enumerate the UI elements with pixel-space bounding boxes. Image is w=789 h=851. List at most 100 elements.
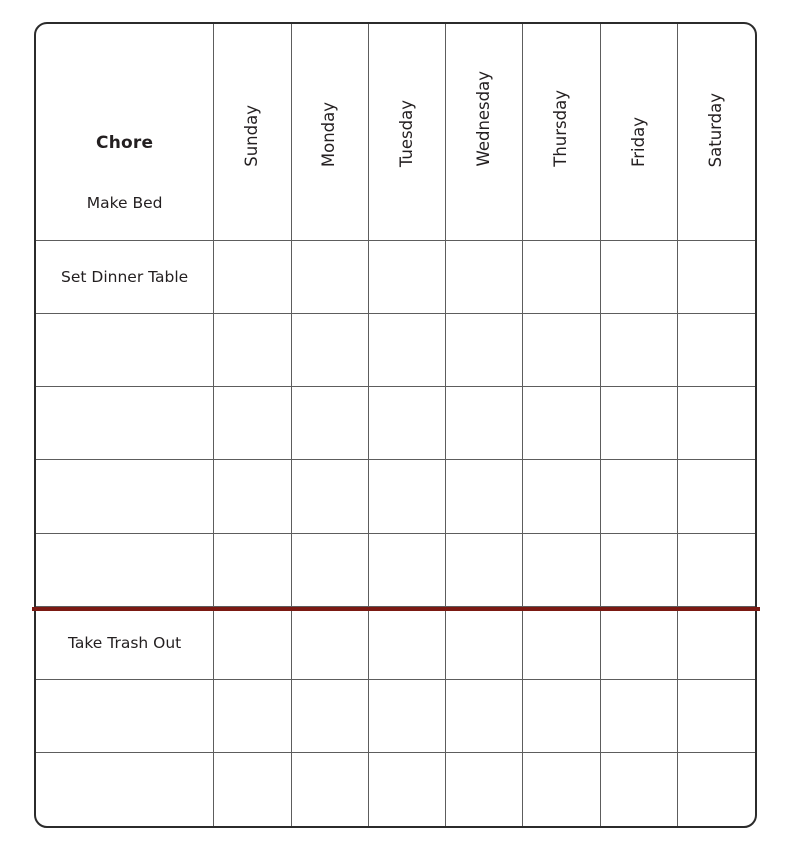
checkbox-cell-thursday[interactable] (522, 605, 601, 681)
checkbox-cell-wednesday[interactable] (445, 167, 524, 241)
chore-chart-table: Chore Sunday Monday Tuesday Wednesday Th… (34, 22, 757, 828)
checkbox-cell-friday[interactable] (599, 532, 679, 607)
checkbox-cell-friday[interactable] (599, 167, 679, 241)
checkbox-cell-tuesday[interactable] (367, 532, 447, 607)
checkbox-cell-friday[interactable] (599, 386, 679, 461)
column-header-chore-label: Chore (96, 133, 154, 153)
checkbox-cell-monday[interactable] (290, 532, 369, 607)
checkbox-cell-friday[interactable] (599, 679, 679, 754)
checkbox-cell-friday[interactable] (599, 312, 679, 388)
checkbox-cell-monday[interactable] (290, 167, 369, 241)
checkbox-cell-wednesday[interactable] (445, 312, 524, 388)
column-header-friday-label: Friday (628, 116, 648, 167)
column-header-monday: Monday (290, 24, 369, 167)
day-label-wrap: Friday (601, 31, 677, 167)
checkbox-cell-friday[interactable] (599, 605, 679, 681)
checkbox-cell-monday[interactable] (290, 312, 369, 388)
column-header-monday-label: Monday (319, 101, 339, 167)
checkbox-cell-wednesday[interactable] (445, 752, 524, 826)
checkbox-cell-saturday[interactable] (677, 752, 755, 826)
checkbox-cell-thursday[interactable] (522, 167, 601, 241)
chore-name-cell[interactable]: Set Dinner Table (36, 239, 215, 314)
checkbox-cell-monday[interactable] (290, 752, 369, 826)
checkbox-cell-sunday[interactable] (213, 167, 292, 241)
checkbox-cell-wednesday[interactable] (445, 459, 524, 534)
column-header-saturday-label: Saturday (706, 92, 726, 167)
day-label-wrap: Wednesday (446, 31, 522, 167)
checkbox-cell-tuesday[interactable] (367, 605, 447, 681)
day-label-wrap: Tuesday (369, 31, 445, 167)
chore-name-cell[interactable] (36, 386, 215, 461)
checkbox-cell-friday[interactable] (599, 459, 679, 534)
checkbox-cell-sunday[interactable] (213, 312, 292, 388)
column-header-thursday: Thursday (522, 24, 601, 167)
chore-name-cell[interactable]: Take Trash Out (36, 605, 215, 681)
checkbox-cell-tuesday[interactable] (367, 679, 447, 754)
checkbox-cell-saturday[interactable] (677, 312, 755, 388)
checkbox-cell-sunday[interactable] (213, 605, 292, 681)
checkbox-cell-thursday[interactable] (522, 459, 601, 534)
chore-name-cell[interactable] (36, 679, 215, 754)
checkbox-cell-saturday[interactable] (677, 386, 755, 461)
checkbox-cell-sunday[interactable] (213, 459, 292, 534)
checkbox-cell-monday[interactable] (290, 386, 369, 461)
checkbox-cell-saturday[interactable] (677, 239, 755, 314)
chore-grid: Chore Sunday Monday Tuesday Wednesday Th… (36, 24, 755, 826)
checkbox-cell-thursday[interactable] (522, 752, 601, 826)
checkbox-cell-tuesday[interactable] (367, 312, 447, 388)
table-row (36, 386, 755, 461)
checkbox-cell-thursday[interactable] (522, 312, 601, 388)
chore-chart-page: Chore Sunday Monday Tuesday Wednesday Th… (0, 0, 789, 851)
chore-name-cell[interactable] (36, 752, 215, 826)
chore-rows: Make Bed Set Dinner Table Take Trash Out (36, 167, 755, 826)
chore-name-cell[interactable] (36, 459, 215, 534)
checkbox-cell-wednesday[interactable] (445, 239, 524, 314)
chore-name-label: Set Dinner Table (61, 267, 189, 286)
checkbox-cell-saturday[interactable] (677, 679, 755, 754)
table-row: Set Dinner Table (36, 239, 755, 314)
checkbox-cell-saturday[interactable] (677, 459, 755, 534)
chore-name-cell[interactable] (36, 532, 215, 607)
checkbox-cell-monday[interactable] (290, 679, 369, 754)
checkbox-cell-wednesday[interactable] (445, 532, 524, 607)
checkbox-cell-saturday[interactable] (677, 532, 755, 607)
checkbox-cell-tuesday[interactable] (367, 239, 447, 314)
checkbox-cell-monday[interactable] (290, 605, 369, 681)
checkbox-cell-friday[interactable] (599, 752, 679, 826)
checkbox-cell-sunday[interactable] (213, 386, 292, 461)
checkbox-cell-saturday[interactable] (677, 167, 755, 241)
checkbox-cell-thursday[interactable] (522, 239, 601, 314)
day-label-wrap: Thursday (523, 31, 599, 167)
chore-name-cell[interactable] (36, 312, 215, 388)
day-label-wrap: Saturday (678, 31, 755, 167)
chore-name-label: Take Trash Out (67, 633, 182, 652)
checkbox-cell-tuesday[interactable] (367, 459, 447, 534)
checkbox-cell-wednesday[interactable] (445, 679, 524, 754)
day-label-wrap: Monday (292, 31, 368, 167)
checkbox-cell-sunday[interactable] (213, 752, 292, 826)
column-header-sunday: Sunday (213, 24, 292, 167)
checkbox-cell-thursday[interactable] (522, 532, 601, 607)
checkbox-cell-sunday[interactable] (213, 532, 292, 607)
checkbox-cell-saturday[interactable] (677, 605, 755, 681)
checkbox-cell-wednesday[interactable] (445, 605, 524, 681)
chore-name-cell[interactable]: Make Bed (36, 167, 215, 241)
checkbox-cell-friday[interactable] (599, 239, 679, 314)
checkbox-cell-sunday[interactable] (213, 679, 292, 754)
chore-name-label: Make Bed (86, 194, 163, 213)
checkbox-cell-thursday[interactable] (522, 679, 601, 754)
checkbox-cell-monday[interactable] (290, 239, 369, 314)
checkbox-cell-tuesday[interactable] (367, 167, 447, 241)
checkbox-cell-wednesday[interactable] (445, 386, 524, 461)
column-header-wednesday-label: Wednesday (474, 71, 494, 167)
checkbox-cell-tuesday[interactable] (367, 752, 447, 826)
checkbox-cell-sunday[interactable] (213, 239, 292, 314)
checkbox-cell-thursday[interactable] (522, 386, 601, 461)
column-header-thursday-label: Thursday (551, 90, 571, 167)
column-header-friday: Friday (599, 24, 679, 167)
column-header-saturday: Saturday (677, 24, 755, 167)
table-header-row: Chore Sunday Monday Tuesday Wednesday Th… (36, 24, 755, 167)
checkbox-cell-monday[interactable] (290, 459, 369, 534)
checkbox-cell-tuesday[interactable] (367, 386, 447, 461)
column-header-chore: Chore (36, 24, 215, 167)
